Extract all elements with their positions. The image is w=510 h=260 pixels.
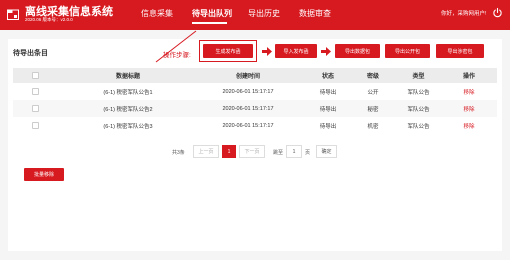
row-level: 秘密 xyxy=(367,106,379,113)
row-status: 待导出 xyxy=(319,89,337,96)
row-checkbox[interactable] xyxy=(31,88,39,95)
panel-title: 待导出条目 xyxy=(13,50,48,57)
export-secret-package-button[interactable]: 导出涉密包 xyxy=(436,44,484,58)
row-status: 待导出 xyxy=(319,123,337,130)
pagination-page-unit: 页 xyxy=(305,150,311,156)
row-title: (6-1) 税密军队公告1 xyxy=(103,89,153,96)
row-level: 机密 xyxy=(367,123,379,130)
row-type: 军队公告 xyxy=(407,123,430,130)
table-row: (6-1) 税密军队公告2 2020-06-01 15:17:17 待导出 秘密… xyxy=(13,100,497,117)
batch-remove-button[interactable]: 批量移除 xyxy=(24,168,64,181)
goto-page-input[interactable]: 1 xyxy=(286,145,302,158)
import-notice-button[interactable]: 导入发布函 xyxy=(275,44,317,58)
row-select-cell[interactable] xyxy=(25,117,45,134)
export-public-package-button[interactable]: 导出公开包 xyxy=(385,44,430,58)
confirm-goto-button[interactable]: 确定 xyxy=(316,145,337,158)
col-header-action: 操作 xyxy=(462,74,475,80)
pagination-goto-label: 跳至 xyxy=(273,150,284,156)
row-select-cell[interactable] xyxy=(25,100,45,117)
row-time: 2020-06-01 15:17:17 xyxy=(222,122,274,129)
col-header-level: 密级 xyxy=(366,74,379,80)
row-time: 2020-06-01 15:17:17 xyxy=(222,88,274,95)
row-title: (6-1) 税密军队公告2 xyxy=(103,106,153,113)
row-type: 军队公告 xyxy=(407,106,430,113)
remove-link[interactable]: 移除 xyxy=(454,83,484,100)
generate-notice-button[interactable]: 生成发布函 xyxy=(203,44,253,58)
row-checkbox[interactable] xyxy=(31,105,39,112)
table-row: (6-1) 税密军队公告3 2020-06-01 15:17:17 待导出 机密… xyxy=(13,117,497,134)
row-status: 待导出 xyxy=(319,106,337,113)
row-level: 公开 xyxy=(367,89,379,96)
select-all-cell[interactable] xyxy=(25,68,45,83)
select-all-checkbox[interactable] xyxy=(31,72,39,79)
remove-link[interactable]: 移除 xyxy=(454,100,484,117)
row-title: (6-1) 税密军队公告3 xyxy=(103,123,153,130)
export-data-package-button[interactable]: 导出数据包 xyxy=(335,44,380,58)
next-page-button[interactable]: 下一页 xyxy=(239,145,265,158)
row-select-cell[interactable] xyxy=(25,83,45,100)
steps-label: 操作步骤: xyxy=(163,52,191,59)
col-header-type: 类型 xyxy=(412,74,425,80)
pagination-total: 共3条 xyxy=(172,150,185,156)
remove-link[interactable]: 移除 xyxy=(454,117,484,134)
row-type: 军队公告 xyxy=(407,89,430,96)
col-header-time: 创建时间 xyxy=(235,74,260,80)
arrow-right-icon xyxy=(262,47,272,56)
prev-page-button[interactable]: 上一页 xyxy=(193,145,219,158)
row-checkbox[interactable] xyxy=(31,122,39,129)
row-time: 2020-06-01 15:17:17 xyxy=(222,105,274,112)
table-header: 数据标题 创建时间 状态 密级 类型 操作 xyxy=(13,68,497,83)
table-row: (6-1) 税密军队公告1 2020-06-01 15:17:17 待导出 公开… xyxy=(13,83,497,100)
col-header-title: 数据标题 xyxy=(115,74,140,80)
page-1-button[interactable]: 1 xyxy=(222,145,236,158)
col-header-status: 状态 xyxy=(321,74,334,80)
arrow-right-icon xyxy=(321,47,331,56)
